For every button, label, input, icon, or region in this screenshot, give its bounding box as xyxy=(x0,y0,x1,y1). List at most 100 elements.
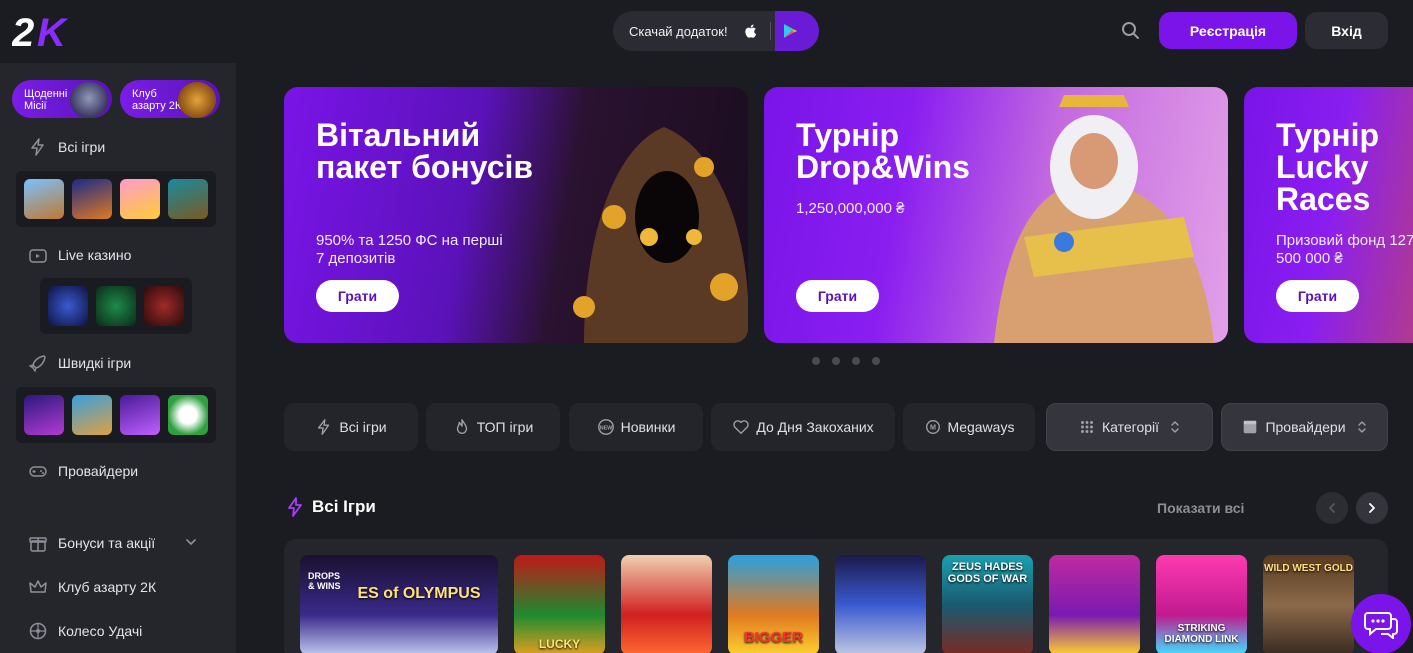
app-download-pill[interactable]: Скачай додаток! xyxy=(613,11,819,51)
banner-subtitle: Призовий фонд 127 500 000 ₴ xyxy=(1276,232,1413,267)
filter-top-games[interactable]: ТОП ігри xyxy=(426,403,560,451)
game-thumb[interactable] xyxy=(72,179,112,219)
banner-play-button[interactable]: Грати xyxy=(316,280,399,312)
game-thumb[interactable] xyxy=(168,395,208,435)
game-thumb[interactable] xyxy=(120,395,160,435)
sidebar-item-label: Всі ігри xyxy=(58,139,106,155)
game-card[interactable] xyxy=(621,555,712,653)
game-card[interactable]: STRIKING DIAMOND LINK xyxy=(1156,555,1247,653)
heart-icon xyxy=(733,420,749,434)
search-icon[interactable] xyxy=(1120,20,1142,42)
filter-label: Megaways xyxy=(947,419,1015,435)
filter-label: Категорії xyxy=(1101,419,1160,435)
banner-play-button[interactable]: Грати xyxy=(1276,280,1359,312)
lightning-icon xyxy=(318,419,330,435)
filter-all-games[interactable]: Всі ігри xyxy=(284,403,418,451)
logo[interactable]: 2 K xyxy=(12,12,86,50)
game-title: WILD WEST GOLD xyxy=(1264,563,1353,574)
tv-icon xyxy=(29,249,47,263)
sidebar-item-club[interactable]: Клуб азарту 2К xyxy=(28,575,156,599)
divider xyxy=(769,22,771,40)
banner-lucky-races[interactable]: Турнір Lucky Races Призовий фонд 127 500… xyxy=(1244,87,1413,343)
sort-caret-icon xyxy=(1357,421,1366,433)
promo-chip-club[interactable]: Клуб азарту 2К xyxy=(120,80,220,118)
chevron-down-icon[interactable] xyxy=(184,535,198,549)
wheel-icon xyxy=(29,622,47,640)
sidebar-item-providers[interactable]: Провайдери xyxy=(28,459,138,483)
sidebar-item-label: Колесо Удачі xyxy=(58,623,143,639)
register-button[interactable]: Реєстрація xyxy=(1159,12,1297,49)
apple-icon[interactable] xyxy=(742,22,760,40)
new-badge-icon: NEW xyxy=(597,419,614,435)
game-thumb[interactable] xyxy=(24,395,64,435)
banner-subtitle: 950% та 1250 ФС на перші 7 депозитів xyxy=(316,232,503,267)
game-card[interactable]: LUCKY xyxy=(514,555,605,653)
section-title-text: Всі Ігри xyxy=(312,497,376,516)
sidebar-item-wheel[interactable]: Колесо Удачі xyxy=(28,619,142,643)
sidebar-item-label: Клуб азарту 2К xyxy=(58,579,157,595)
promo-chip-daily-missions[interactable]: Щоденні Місії xyxy=(12,80,112,118)
banner-welcome[interactable]: Вітальний пакет бонусів 950% та 1250 ФС … xyxy=(284,87,748,343)
carousel-dot[interactable] xyxy=(812,357,820,365)
crown-icon xyxy=(29,580,47,593)
carousel-dot[interactable] xyxy=(852,357,860,365)
game-thumb[interactable] xyxy=(120,179,160,219)
all-games-thumbs xyxy=(16,171,216,227)
login-button[interactable]: Вхід xyxy=(1305,12,1388,49)
chevron-left-icon xyxy=(1329,503,1335,513)
filter-label: До Дня Закоханих xyxy=(756,419,874,435)
game-card[interactable]: ZEUS HADES GODS OF WAR xyxy=(942,555,1033,653)
banner-subtitle: 1,250,000,000 ₴ xyxy=(796,200,905,217)
filter-new[interactable]: NEW Новинки xyxy=(569,403,703,451)
game-card[interactable]: DROPS & WINS ES of OLYMPUS xyxy=(300,555,498,653)
lightning-icon xyxy=(31,138,44,156)
game-title: ES of OLYMPUS xyxy=(357,585,481,602)
sidebar-item-fast-games[interactable]: Швидкі ігри xyxy=(28,351,131,375)
box-icon xyxy=(1244,420,1257,434)
banner-play-button[interactable]: Грати xyxy=(796,280,879,312)
game-thumb[interactable] xyxy=(96,286,136,326)
carousel-dot[interactable] xyxy=(872,357,880,365)
carousel-prev-button[interactable] xyxy=(1316,492,1348,524)
chat-icon xyxy=(1364,612,1398,639)
sidebar-item-bonuses[interactable]: Бонуси та акції xyxy=(28,531,155,555)
game-card[interactable]: WILD WEST GOLD xyxy=(1263,555,1354,653)
game-thumb[interactable] xyxy=(24,179,64,219)
sort-caret-icon xyxy=(1171,421,1179,433)
game-thumb[interactable] xyxy=(48,286,88,326)
sidebar-item-all-games[interactable]: Всі ігри xyxy=(28,135,105,159)
grid-icon xyxy=(1081,421,1093,433)
banner-title: Турнір Drop&Wins xyxy=(796,117,970,185)
game-thumb[interactable] xyxy=(144,286,184,326)
banner-title: Вітальний пакет бонусів xyxy=(316,117,534,185)
carousel-dot[interactable] xyxy=(832,357,840,365)
google-play-icon[interactable] xyxy=(781,22,799,40)
svg-text:2: 2 xyxy=(12,12,34,50)
filter-categories-dropdown[interactable]: Категорії xyxy=(1046,403,1213,451)
filter-valentines[interactable]: До Дня Закоханих xyxy=(711,403,895,451)
filter-megaways[interactable]: M Megaways xyxy=(903,403,1035,451)
page: 2 K Скачай додаток! Реєстрація Вхід Щоде… xyxy=(0,0,1413,653)
filter-label: Новинки xyxy=(620,419,676,435)
filter-providers-dropdown[interactable]: Провайдери xyxy=(1221,403,1388,451)
chat-support-button[interactable] xyxy=(1351,594,1411,653)
game-card[interactable]: BIGGER xyxy=(728,555,819,653)
rocket-icon xyxy=(28,355,46,373)
filter-label: Всі ігри xyxy=(339,419,387,435)
game-thumb[interactable] xyxy=(72,395,112,435)
show-all-link[interactable]: Показати всі xyxy=(1157,500,1244,516)
game-thumb[interactable] xyxy=(168,179,208,219)
gamepad-icon xyxy=(29,466,47,477)
game-card[interactable] xyxy=(835,555,926,653)
game-title: BIGGER xyxy=(743,629,804,646)
sidebar-item-label: Провайдери xyxy=(58,463,139,479)
shield-icon xyxy=(70,82,108,118)
sidebar-item-live-casino[interactable]: Live казино xyxy=(28,243,131,267)
live-casino-thumbs xyxy=(40,278,192,334)
carousel-next-button[interactable] xyxy=(1356,492,1388,524)
game-card[interactable] xyxy=(1049,555,1140,653)
banner-title: Турнір Lucky Races xyxy=(1276,117,1380,217)
megaways-icon: M xyxy=(925,420,940,434)
svg-text:K: K xyxy=(37,12,69,50)
banner-drop-wins[interactable]: Турнір Drop&Wins 1,250,000,000 ₴ Грати xyxy=(764,87,1228,343)
